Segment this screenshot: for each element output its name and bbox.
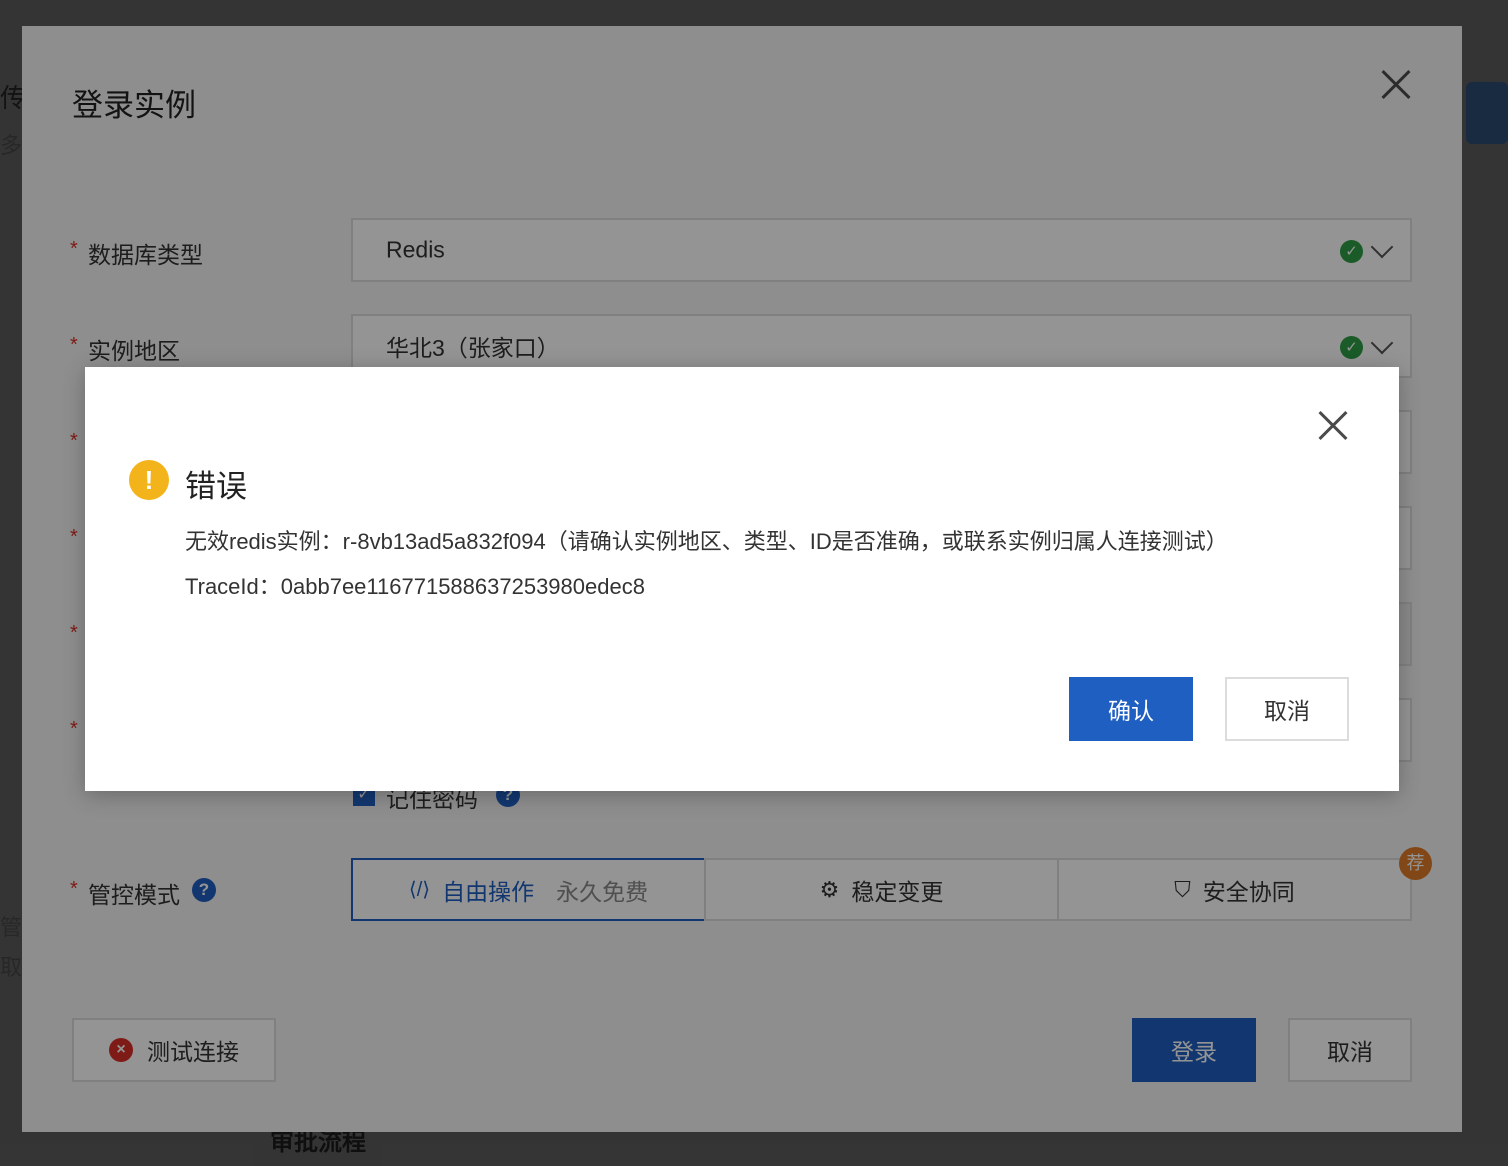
trace-id: TraceId：0abb7ee116771588637253980edec8 [185, 574, 645, 599]
close-icon[interactable] [1313, 405, 1353, 445]
warning-icon: ! [129, 460, 169, 500]
error-dialog: ! 错误 无效redis实例：r-8vb13ad5a832f094（请确认实例地… [85, 367, 1399, 791]
cancel-button[interactable]: 取消 [1225, 677, 1349, 741]
error-message: 无效redis实例：r-8vb13ad5a832f094（请确认实例地区、类型、… [185, 529, 1228, 554]
confirm-button[interactable]: 确认 [1069, 677, 1193, 741]
error-title: 错误 [185, 469, 247, 504]
